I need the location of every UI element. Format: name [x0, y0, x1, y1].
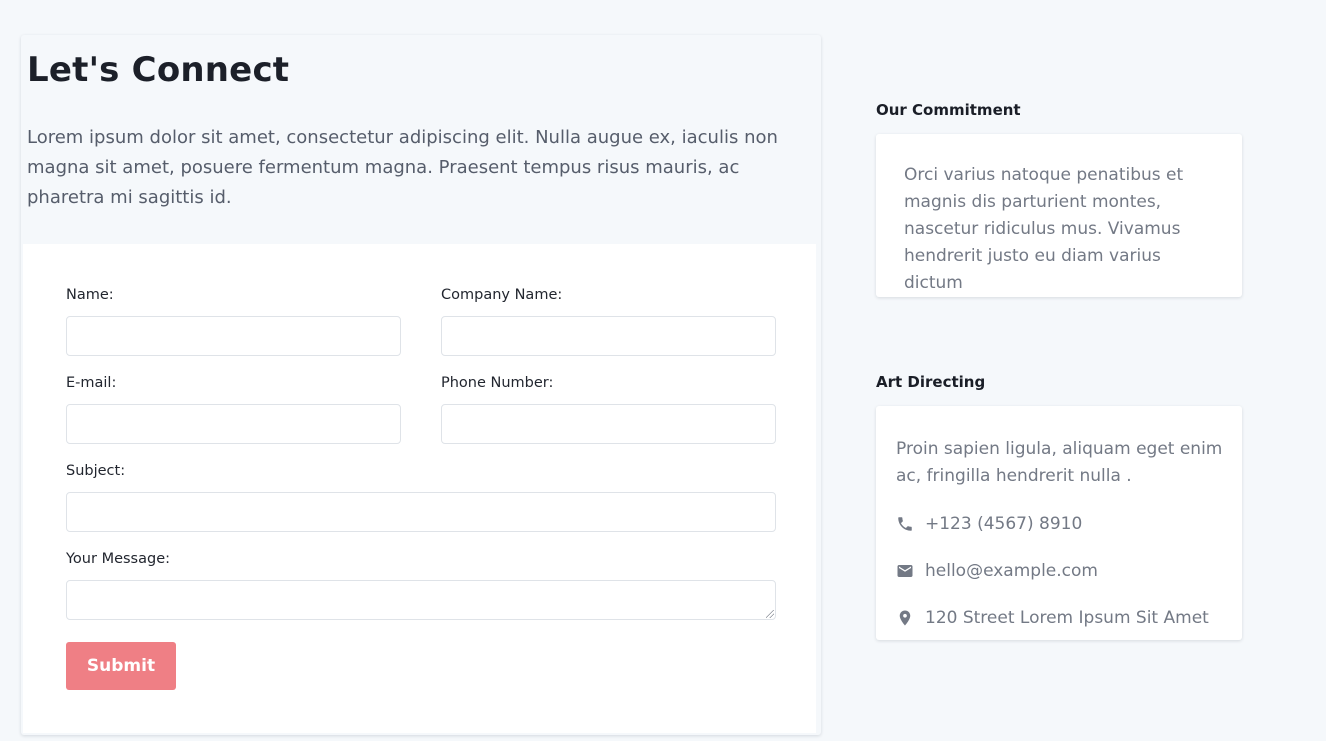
- company-name-input[interactable]: [441, 316, 776, 356]
- page-title: Let's Connect: [27, 50, 290, 90]
- subject-label: Subject:: [66, 463, 126, 479]
- contact-form: Name: Company Name: E-mail: Phone Number…: [23, 244, 816, 733]
- art-directing-text: Proin sapien ligula, aliquam eget enim a…: [896, 439, 1223, 486]
- phone-text: +123 (4567) 8910: [925, 514, 1083, 534]
- company-name-label: Company Name:: [441, 287, 563, 303]
- submit-button[interactable]: Submit: [66, 642, 176, 690]
- contact-email: hello@example.com: [896, 559, 1098, 583]
- phone-icon: [898, 517, 912, 531]
- intro-text: Lorem ipsum dolor sit amet, consectetur …: [27, 127, 778, 208]
- address-text: 120 Street Lorem Ipsum Sit Amet: [925, 608, 1209, 628]
- contact-section: Let's Connect Lorem ipsum dolor sit amet…: [21, 35, 821, 735]
- email-icon: [897, 565, 913, 577]
- art-directing-heading: Art Directing: [876, 373, 986, 391]
- commitment-heading: Our Commitment: [876, 101, 1021, 119]
- art-directing-card: Proin sapien ligula, aliquam eget enim a…: [876, 406, 1242, 640]
- contact-phone: +123 (4567) 8910: [896, 512, 1082, 536]
- commitment-card: Orci varius natoque penatibus et magnis …: [876, 134, 1242, 297]
- message-textarea[interactable]: [66, 580, 776, 620]
- email-input[interactable]: [66, 404, 401, 444]
- message-label: Your Message:: [66, 551, 170, 567]
- phone-number-label: Phone Number:: [441, 375, 554, 391]
- phone-number-input[interactable]: [441, 404, 776, 444]
- location-pin-icon: [899, 610, 911, 626]
- contact-address: 120 Street Lorem Ipsum Sit Amet: [896, 606, 1209, 630]
- commitment-text: Orci varius natoque penatibus et magnis …: [904, 165, 1184, 293]
- name-label: Name:: [66, 287, 114, 303]
- name-input[interactable]: [66, 316, 401, 356]
- email-text[interactable]: hello@example.com: [925, 561, 1098, 581]
- subject-input[interactable]: [66, 492, 776, 532]
- resize-handle-icon[interactable]: [766, 610, 774, 618]
- email-label: E-mail:: [66, 375, 117, 391]
